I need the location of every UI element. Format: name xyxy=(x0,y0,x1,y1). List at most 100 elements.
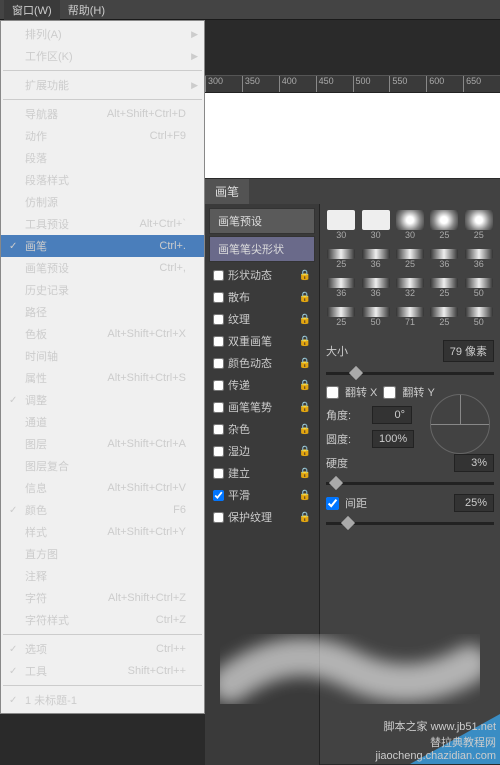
brush-option-checkbox[interactable] xyxy=(213,292,224,303)
brush-panel-tab[interactable]: 画笔 xyxy=(205,179,249,204)
menu-actions[interactable]: 动作Ctrl+F9 xyxy=(1,125,204,147)
brush-option-checkbox[interactable] xyxy=(213,424,224,435)
menu-layer-comps[interactable]: 图层复合 xyxy=(1,455,204,477)
lock-icon[interactable]: 🔒 xyxy=(299,336,311,347)
menu-help[interactable]: 帮助(H) xyxy=(60,0,113,20)
menu-arrange[interactable]: 排列(A)▶ xyxy=(1,23,204,45)
lock-icon[interactable]: 🔒 xyxy=(299,402,311,413)
menu-options[interactable]: ✓选项Ctrl++ xyxy=(1,638,204,660)
menu-paths[interactable]: 路径 xyxy=(1,301,204,323)
lock-icon[interactable]: 🔒 xyxy=(299,490,311,501)
menu-notes[interactable]: 注释 xyxy=(1,565,204,587)
brush-thumbnail[interactable]: 30 xyxy=(360,210,390,240)
menu-paragraph[interactable]: 段落 xyxy=(1,147,204,169)
brush-option-checkbox[interactable] xyxy=(213,402,224,413)
menu-tool-presets[interactable]: 工具预设Alt+Ctrl+` xyxy=(1,213,204,235)
roundness-value[interactable]: 100% xyxy=(372,430,414,448)
brush-option-checkbox[interactable] xyxy=(213,314,224,325)
brush-thumbnail[interactable]: 50 xyxy=(360,302,390,327)
brush-option-checkbox[interactable] xyxy=(213,468,224,479)
brush-option-colorDynamics[interactable]: 颜色动态🔒 xyxy=(209,352,315,374)
brush-option-protectTexture[interactable]: 保护纹理🔒 xyxy=(209,506,315,528)
spacing-value[interactable]: 25% xyxy=(454,494,494,512)
brush-thumbnail[interactable]: 25 xyxy=(429,302,459,327)
menu-styles[interactable]: 样式Alt+Shift+Ctrl+Y xyxy=(1,521,204,543)
menu-properties[interactable]: 属性Alt+Shift+Ctrl+S xyxy=(1,367,204,389)
brush-thumbnail[interactable]: 25 xyxy=(429,210,459,240)
brush-thumbnail[interactable]: 36 xyxy=(429,244,459,269)
brush-thumbnail[interactable]: 71 xyxy=(395,302,425,327)
brush-option-checkbox[interactable] xyxy=(213,380,224,391)
menu-workspace[interactable]: 工作区(K)▶ xyxy=(1,45,204,67)
brush-thumbnail[interactable]: 36 xyxy=(360,244,390,269)
menu-history[interactable]: 历史记录 xyxy=(1,279,204,301)
brush-thumbnail[interactable]: 25 xyxy=(395,244,425,269)
lock-icon[interactable]: 🔒 xyxy=(299,468,311,479)
brush-tip-shape-button[interactable]: 画笔笔尖形状 xyxy=(209,236,315,262)
menu-navigator[interactable]: 导航器Alt+Shift+Ctrl+D xyxy=(1,103,204,125)
angle-value[interactable]: 0° xyxy=(372,406,412,424)
brush-option-noise[interactable]: 杂色🔒 xyxy=(209,418,315,440)
menu-brush-presets[interactable]: 画笔预设Ctrl+, xyxy=(1,257,204,279)
brush-thumbnail[interactable]: 25 xyxy=(326,302,356,327)
brush-thumbnail[interactable]: 50 xyxy=(464,302,494,327)
menu-window[interactable]: 窗口(W) xyxy=(4,0,60,20)
brush-option-wetEdges[interactable]: 湿边🔒 xyxy=(209,440,315,462)
angle-dial[interactable] xyxy=(430,394,490,454)
lock-icon[interactable]: 🔒 xyxy=(299,380,311,391)
menu-info[interactable]: 信息Alt+Shift+Ctrl+V xyxy=(1,477,204,499)
brush-option-scattering[interactable]: 散布🔒 xyxy=(209,286,315,308)
size-value[interactable]: 79 像素 xyxy=(443,340,494,362)
menu-paragraph-styles[interactable]: 段落样式 xyxy=(1,169,204,191)
menu-channels[interactable]: 通道 xyxy=(1,411,204,433)
brush-option-checkbox[interactable] xyxy=(213,446,224,457)
lock-icon[interactable]: 🔒 xyxy=(299,292,311,303)
menu-swatches[interactable]: 色板Alt+Shift+Ctrl+X xyxy=(1,323,204,345)
lock-icon[interactable]: 🔒 xyxy=(299,270,311,281)
brush-thumbnail[interactable]: 25 xyxy=(326,244,356,269)
menu-adjustments[interactable]: ✓调整 xyxy=(1,389,204,411)
brush-option-texture[interactable]: 纹理🔒 xyxy=(209,308,315,330)
menu-tools[interactable]: ✓工具Shift+Ctrl++ xyxy=(1,660,204,682)
brush-thumbnail[interactable]: 32 xyxy=(395,273,425,298)
brush-thumbnail[interactable]: 36 xyxy=(464,244,494,269)
menu-layers[interactable]: 图层Alt+Shift+Ctrl+A xyxy=(1,433,204,455)
brush-thumbnail[interactable]: 25 xyxy=(464,210,494,240)
menu-brush[interactable]: ✓画笔Ctrl+. xyxy=(1,235,204,257)
brush-thumbnail[interactable]: 50 xyxy=(464,273,494,298)
lock-icon[interactable]: 🔒 xyxy=(299,512,311,523)
brush-thumbnail[interactable]: 30 xyxy=(326,210,356,240)
menu-histogram[interactable]: 直方图 xyxy=(1,543,204,565)
lock-icon[interactable]: 🔒 xyxy=(299,424,311,435)
flip-x-checkbox[interactable] xyxy=(326,386,339,399)
menu-extensions[interactable]: 扩展功能▶ xyxy=(1,74,204,96)
brush-thumbnail[interactable]: 30 xyxy=(395,210,425,240)
brush-option-checkbox[interactable] xyxy=(213,336,224,347)
brush-option-buildUp[interactable]: 建立🔒 xyxy=(209,462,315,484)
spacing-slider[interactable] xyxy=(326,517,494,529)
size-slider[interactable] xyxy=(326,367,494,379)
brush-option-smoothing[interactable]: 平滑🔒 xyxy=(209,484,315,506)
brush-option-checkbox[interactable] xyxy=(213,490,224,501)
spacing-checkbox[interactable] xyxy=(326,497,339,510)
brush-option-shapeDynamics[interactable]: 形状动态🔒 xyxy=(209,264,315,286)
menu-clone-source[interactable]: 仿制源 xyxy=(1,191,204,213)
brush-presets-button[interactable]: 画笔预设 xyxy=(209,208,315,234)
brush-option-dualBrush[interactable]: 双重画笔🔒 xyxy=(209,330,315,352)
menu-doc-1[interactable]: ✓1 未标题-1 xyxy=(1,689,204,711)
flip-y-checkbox[interactable] xyxy=(383,386,396,399)
brush-thumbnail[interactable]: 25 xyxy=(429,273,459,298)
brush-option-checkbox[interactable] xyxy=(213,270,224,281)
menu-timeline[interactable]: 时间轴 xyxy=(1,345,204,367)
hardness-value[interactable]: 3% xyxy=(454,454,494,472)
hardness-slider[interactable] xyxy=(326,477,494,489)
brush-option-checkbox[interactable] xyxy=(213,358,224,369)
lock-icon[interactable]: 🔒 xyxy=(299,358,311,369)
brush-thumbnail[interactable]: 36 xyxy=(326,273,356,298)
lock-icon[interactable]: 🔒 xyxy=(299,314,311,325)
brush-thumbnail[interactable]: 36 xyxy=(360,273,390,298)
lock-icon[interactable]: 🔒 xyxy=(299,446,311,457)
brush-option-transfer[interactable]: 传递🔒 xyxy=(209,374,315,396)
brush-option-brushPose[interactable]: 画笔笔势🔒 xyxy=(209,396,315,418)
menu-color[interactable]: ✓颜色F6 xyxy=(1,499,204,521)
